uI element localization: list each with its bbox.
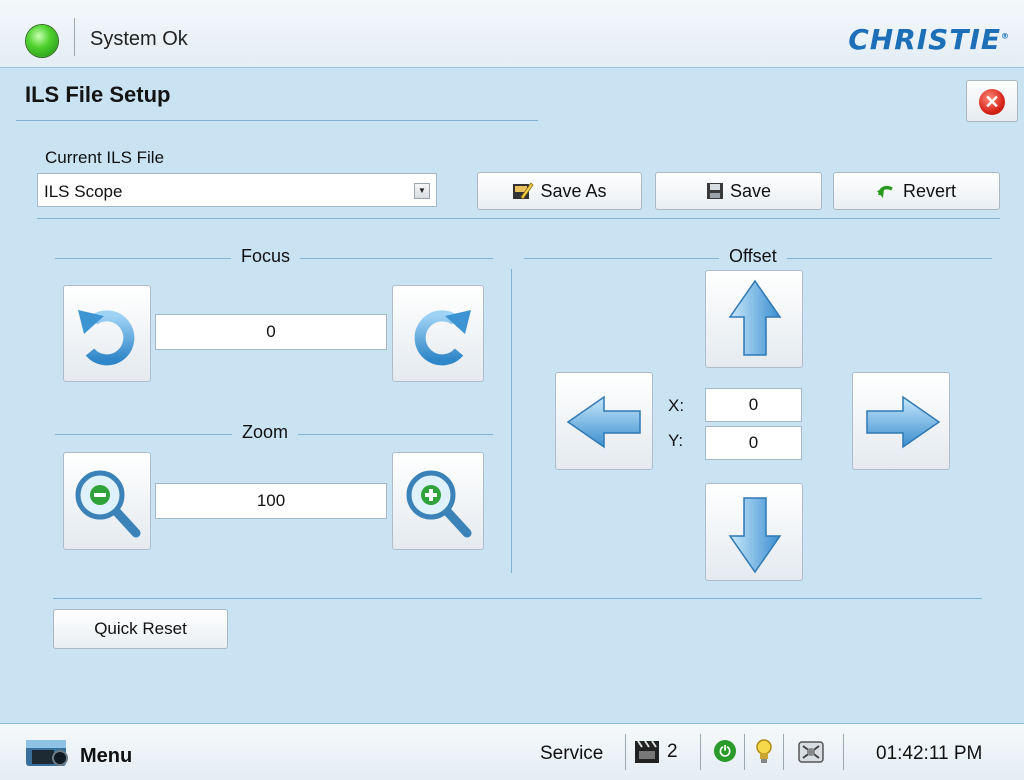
ils-file-dropdown[interactable]: ILS Scope ▼ [37,173,437,207]
zoom-section-label: Zoom [232,422,299,443]
channel-indicator[interactable]: 2 [633,736,695,768]
save-button[interactable]: Save [655,172,822,210]
offset-x-field[interactable]: 0 [705,388,802,422]
arrow-right-icon [866,395,941,449]
zoom-in-magnifier-icon [406,470,472,538]
current-ils-file-label: Current ILS File [45,148,165,167]
status-ok-indicator-icon [26,25,58,57]
interrogator-icon[interactable] [794,736,828,768]
divider [783,734,784,770]
offset-section-label: Offset [719,246,787,267]
revert-label: Revert [902,180,956,201]
menu-button[interactable]: Menu [20,730,160,774]
offset-up-button[interactable] [705,270,803,368]
clock-time: 01:42:11 PM [876,743,983,764]
zoom-in-button[interactable] [392,452,484,550]
system-status-text: System Ok [90,28,188,50]
save-as-label: Save As [540,180,607,201]
revert-button[interactable]: Revert [833,172,1000,210]
divider [843,734,844,770]
divider [53,598,982,599]
footer-bar: Menu Service 2 ⏻ 01:42:11 PM [0,723,1024,780]
focus-section-label: Focus [231,246,301,267]
focus-increase-button[interactable] [392,285,484,382]
ils-file-selected-value: ILS Scope [44,182,123,201]
clapperboard-icon [635,740,659,763]
save-as-button[interactable]: Save As [477,172,642,210]
channel-number: 2 [667,741,678,762]
offset-left-button[interactable] [555,372,653,470]
save-as-icon [513,182,534,200]
rotate-counterclockwise-icon [78,310,135,366]
section-divider [511,269,512,573]
main-panel: ILS File Setup ✕ Current ILS File ILS Sc… [0,68,1024,723]
save-disk-icon [706,183,723,199]
offset-x-label: X: [668,396,685,415]
divider [625,734,626,770]
quick-reset-button[interactable]: Quick Reset [53,609,228,649]
lamp-bulb-icon[interactable] [754,738,774,766]
offset-right-button[interactable] [852,372,950,470]
rotate-clockwise-icon [414,310,471,366]
divider [700,734,701,770]
title-underline [16,120,538,121]
divider [37,218,1000,219]
arrow-left-icon [566,395,641,449]
page-title: ILS File Setup [25,82,171,107]
close-button[interactable]: ✕ [966,80,1018,122]
zoom-value-field[interactable]: 100 [155,483,387,519]
status-bar: System Ok CHRISTIE® [0,0,1024,68]
zoom-out-button[interactable] [63,452,151,550]
quick-reset-label: Quick Reset [94,619,187,638]
divider [744,734,745,770]
menu-label: Menu [80,745,133,767]
power-icon[interactable]: ⏻ [714,740,736,762]
focus-decrease-button[interactable] [63,285,151,382]
arrow-up-icon [728,279,782,356]
zoom-out-magnifier-icon [75,470,141,538]
close-icon: ✕ [979,89,1005,115]
arrow-down-icon [728,497,782,574]
divider [74,18,75,56]
service-label: Service [540,743,604,764]
offset-down-button[interactable] [705,483,803,581]
christie-logo: CHRISTIE® [848,23,1010,56]
revert-arrow-icon [876,185,893,198]
save-label: Save [729,180,772,201]
projector-icon [26,740,68,766]
dropdown-arrow-icon[interactable]: ▼ [414,183,430,199]
focus-value-field[interactable]: 0 [155,314,387,350]
offset-y-label: Y: [668,431,684,450]
offset-y-field[interactable]: 0 [705,426,802,460]
